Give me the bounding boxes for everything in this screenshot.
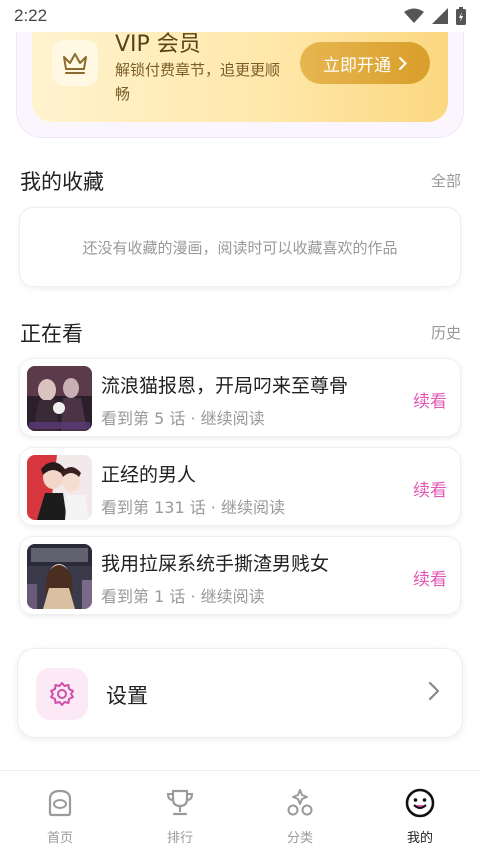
tab-home[interactable]: 首页 xyxy=(0,771,120,853)
crown-icon xyxy=(52,40,98,86)
comic-title: 流浪猫报恩，开局叼来至尊骨 xyxy=(101,375,349,397)
vip-description: 解锁付费章节，追更更顺畅 xyxy=(115,61,281,103)
comic-title: 我用拉屎系统手撕渣男贱女 xyxy=(101,553,330,575)
status-icons xyxy=(404,7,466,25)
continue-reading-button[interactable]: 续看 xyxy=(413,387,447,412)
category-icon xyxy=(287,789,313,816)
comic-cover-image xyxy=(27,366,92,431)
comic-cover-image xyxy=(27,544,92,609)
vip-open-button[interactable]: 立即开通 xyxy=(300,42,430,84)
comic-title: 正经的男人 xyxy=(101,464,197,486)
signal-icon xyxy=(432,8,448,24)
tab-ranking-label: 排行 xyxy=(166,831,193,846)
reading-item[interactable]: 正经的男人 看到第 131 话 · 继续阅读 续看 xyxy=(19,447,461,526)
reading-title: 正在看 xyxy=(20,322,83,346)
bottom-tab-bar: 首页 排行 分类 我的 xyxy=(0,770,480,853)
tab-mine[interactable]: 我的 xyxy=(360,771,480,853)
wifi-icon xyxy=(404,8,424,23)
comic-cover-image xyxy=(27,455,92,520)
gear-icon xyxy=(36,668,88,720)
reading-item[interactable]: 流浪猫报恩，开局叼来至尊骨 看到第 5 话 · 继续阅读 续看 xyxy=(19,358,461,437)
home-icon xyxy=(48,789,72,817)
favorites-empty-card: 还没有收藏的漫画，阅读时可以收藏喜欢的作品 xyxy=(19,207,461,287)
tab-category[interactable]: 分类 xyxy=(240,771,360,853)
chevron-right-icon xyxy=(428,681,440,701)
smiley-face-icon xyxy=(405,788,435,818)
chevron-right-icon xyxy=(399,56,407,70)
favorites-all-link[interactable]: 全部 xyxy=(431,170,461,191)
comic-progress: 看到第 1 话 · 继续阅读 xyxy=(101,587,265,606)
battery-icon xyxy=(456,7,466,25)
vip-open-button-label: 立即开通 xyxy=(323,55,391,76)
settings-row[interactable]: 设置 xyxy=(17,648,463,738)
comic-progress: 看到第 5 话 · 继续阅读 xyxy=(101,409,265,428)
continue-reading-button[interactable]: 续看 xyxy=(413,565,447,590)
reading-item[interactable]: 我用拉屎系统手撕渣男贱女 看到第 1 话 · 继续阅读 续看 xyxy=(19,536,461,615)
settings-label: 设置 xyxy=(106,684,148,708)
tab-home-label: 首页 xyxy=(46,831,73,846)
favorites-title: 我的收藏 xyxy=(20,170,104,194)
tab-category-label: 分类 xyxy=(286,831,313,846)
tab-ranking[interactable]: 排行 xyxy=(120,771,240,853)
favorites-empty-text: 还没有收藏的漫画，阅读时可以收藏喜欢的作品 xyxy=(82,238,398,257)
comic-progress: 看到第 131 话 · 继续阅读 xyxy=(101,498,285,517)
tab-mine-label: 我的 xyxy=(406,831,433,846)
status-time: 2:22 xyxy=(14,6,48,25)
trophy-icon xyxy=(166,789,194,816)
status-bar: 2:22 xyxy=(0,0,480,32)
reading-history-link[interactable]: 历史 xyxy=(431,322,461,343)
continue-reading-button[interactable]: 续看 xyxy=(413,476,447,501)
